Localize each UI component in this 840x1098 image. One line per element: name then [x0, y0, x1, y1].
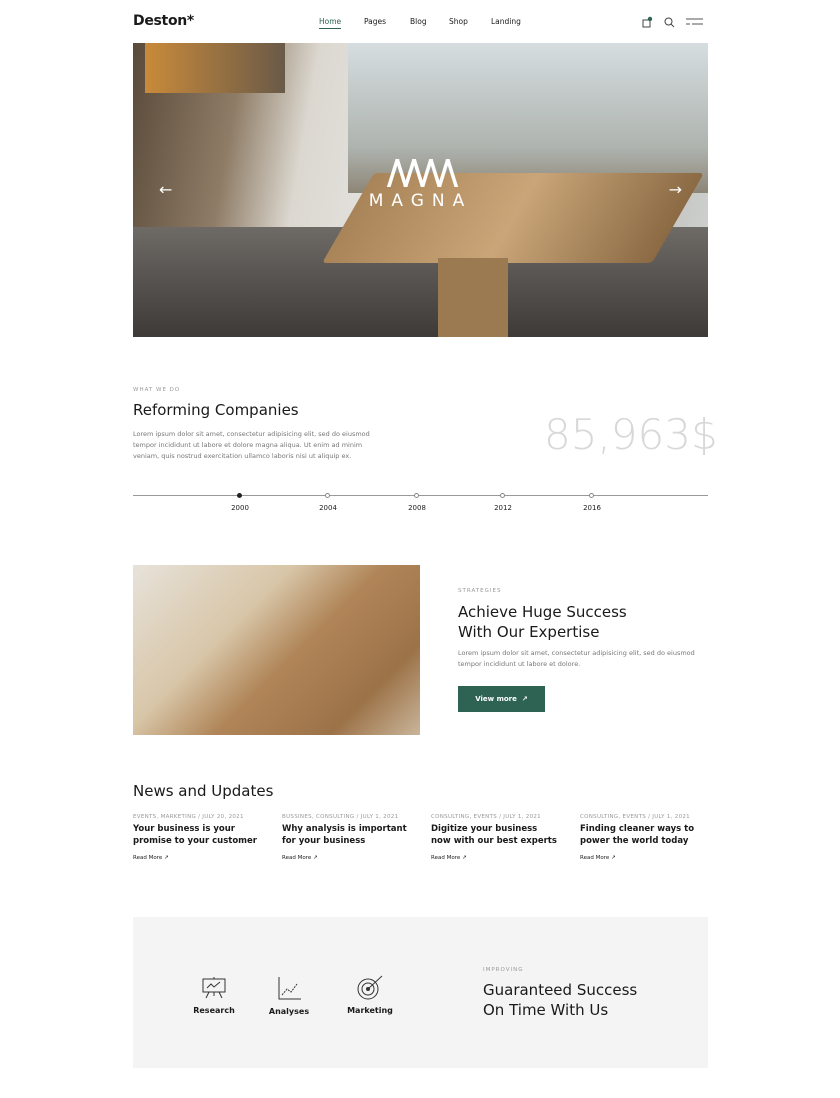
timeline-year[interactable]: 2012 [494, 504, 512, 512]
logo[interactable]: Deston* [133, 13, 194, 29]
timeline-year[interactable]: 2016 [583, 504, 601, 512]
nav-blog[interactable]: Blog [410, 17, 427, 26]
nav-home[interactable]: Home [319, 17, 342, 29]
timeline-year[interactable]: 2004 [319, 504, 337, 512]
line-chart-icon [278, 977, 301, 1000]
timeline-dot[interactable] [237, 492, 242, 498]
magna-logo: /\/\/\/\ MAGNA [368, 153, 473, 211]
feature-marketing: Marketing [347, 1006, 393, 1015]
timeline-dot[interactable] [500, 492, 505, 498]
nav-landing[interactable]: Landing [491, 17, 521, 26]
about-title: Reforming Companies [133, 401, 299, 419]
features-title: Guaranteed Success On Time With Us [483, 981, 638, 1019]
timeline-year[interactable]: 2000 [231, 504, 249, 512]
target-icon [357, 975, 383, 1000]
arrow-up-right-icon: ↗ [521, 695, 528, 703]
timeline-dot[interactable] [414, 492, 419, 498]
presentation-chart-icon [202, 977, 226, 999]
read-more-link[interactable]: Read More [580, 855, 609, 861]
feature-research: Research [193, 1006, 235, 1015]
news-title: News and Updates [133, 782, 274, 800]
view-more-button[interactable]: View more ↗ [458, 686, 545, 712]
read-more-link[interactable]: Read More [282, 855, 311, 861]
features-section: Research Analyses Marketing IMPROVING Gu… [133, 917, 708, 1068]
news-item[interactable]: EVENTS, MARKETING / JULY 20, 2021 Your bu… [133, 814, 261, 861]
read-more-link[interactable]: Read More [133, 855, 162, 861]
news-item[interactable]: BUSSINES, CONSULTING / JULY 1, 2021 Why a… [282, 814, 410, 861]
news-item[interactable]: CONSULTING, EVENTS / JULY 1, 2021 Finding… [580, 814, 708, 861]
timeline-dot[interactable] [325, 492, 330, 498]
timeline-year[interactable]: 2008 [408, 504, 426, 512]
strategy-eyebrow: STRATEGIES [458, 588, 502, 594]
strategy-text: Lorem ipsum dolor sit amet, consectetur … [458, 649, 695, 668]
about-text: Lorem ipsum dolor sit amet, consectetur … [133, 430, 370, 460]
strategy-title: Achieve Huge Success With Our Expertise [458, 603, 627, 641]
prev-arrow-icon[interactable]: ← [159, 180, 172, 199]
office-photo [133, 565, 420, 735]
feature-analyses: Analyses [268, 1007, 310, 1016]
menu-icon[interactable] [686, 18, 704, 26]
cart-icon[interactable] [641, 16, 653, 28]
search-icon[interactable] [664, 17, 675, 28]
next-arrow-icon[interactable]: → [669, 180, 682, 199]
nav-pages[interactable]: Pages [364, 17, 386, 26]
nav-shop[interactable]: Shop [449, 17, 468, 26]
news-item[interactable]: CONSULTING, EVENTS / JULY 1, 2021 Digitiz… [431, 814, 559, 861]
stat-value: 85,963$ [544, 410, 718, 459]
read-more-link[interactable]: Read More [431, 855, 460, 861]
improving-eyebrow: IMPROVING [483, 967, 524, 973]
hero-slider: /\/\/\/\ MAGNA ← → [133, 43, 708, 337]
timeline: 2000 2004 2008 2012 2016 [133, 492, 708, 512]
about-eyebrow: WHAT WE DO [133, 387, 181, 393]
timeline-dot[interactable] [589, 492, 594, 498]
